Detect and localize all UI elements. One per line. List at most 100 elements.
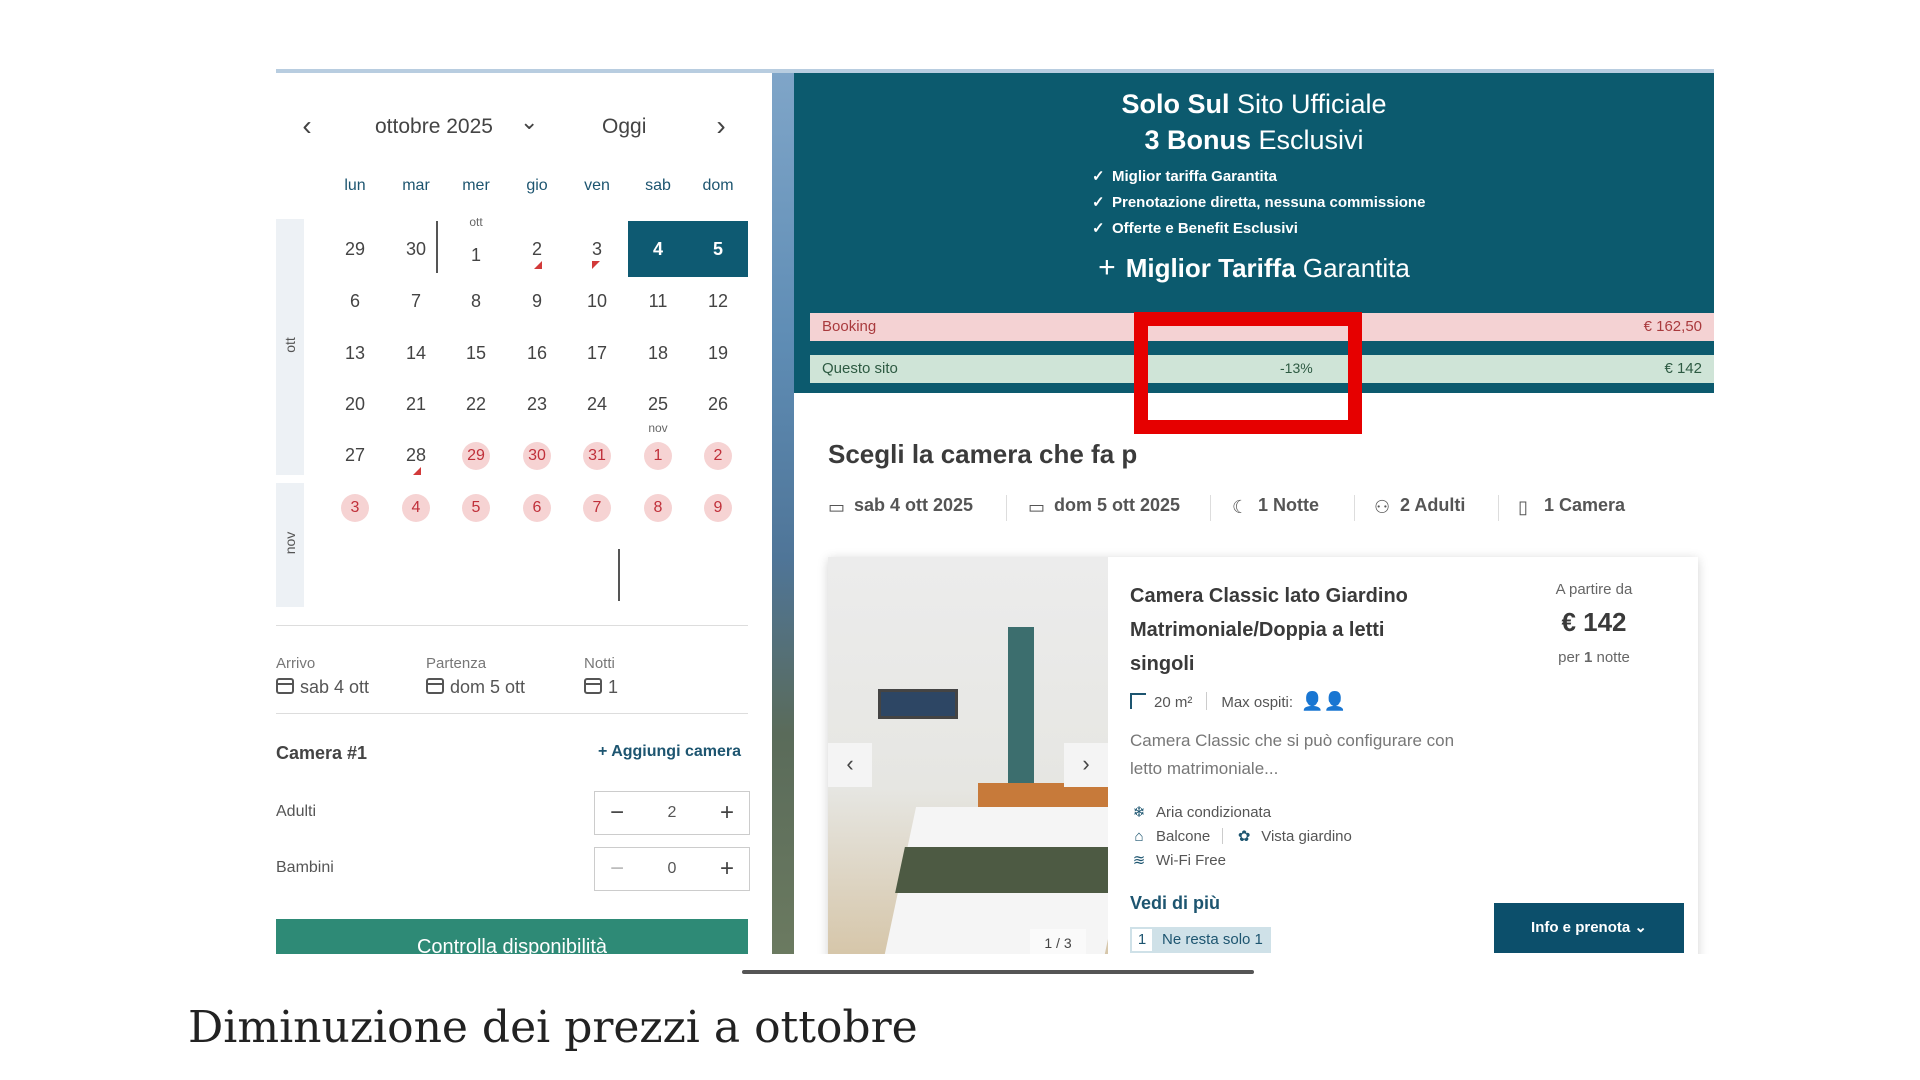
see-more-link[interactable]: Vedi di più bbox=[1130, 893, 1220, 914]
plus-icon[interactable]: + bbox=[705, 848, 749, 890]
calendar-day[interactable]: 4 bbox=[628, 221, 688, 277]
calendar-day[interactable]: 19 bbox=[688, 325, 748, 381]
calendar-day[interactable]: 29 bbox=[325, 221, 385, 277]
check-availability-button[interactable]: Controlla disponibilità bbox=[276, 919, 748, 954]
plus-icon[interactable]: + bbox=[705, 792, 749, 834]
nights-text: 1 Notte bbox=[1258, 495, 1320, 515]
book-label: Info e prenota bbox=[1531, 919, 1631, 936]
calendar-day[interactable]: 30 bbox=[507, 427, 567, 483]
calendar-day[interactable]: 8 bbox=[628, 479, 688, 535]
day-number: 25 bbox=[647, 394, 669, 414]
calendar-day[interactable]: 3 bbox=[325, 479, 385, 535]
day-number: 11 bbox=[648, 291, 668, 311]
calendar-day[interactable]: 26 bbox=[688, 376, 748, 432]
checkin-filter[interactable]: ▭ sab 4 ott 2025 bbox=[828, 495, 973, 517]
plus-icon: + bbox=[1098, 251, 1116, 284]
calendar-day[interactable]: 28 bbox=[386, 427, 446, 483]
nights-filter[interactable]: ☾ 1 Notte bbox=[1232, 495, 1320, 517]
calendar-day[interactable]: 17 bbox=[567, 325, 627, 381]
departure-value[interactable]: dom 5 ott bbox=[426, 677, 525, 698]
amenity-label: Wi-Fi Free bbox=[1156, 852, 1226, 869]
calendar-day[interactable]: 14 bbox=[386, 325, 446, 381]
per-prefix: per bbox=[1558, 649, 1580, 666]
room-meta: 20 m² Max ospiti: 👤👤 bbox=[1130, 691, 1346, 712]
day-number: 30 bbox=[523, 442, 551, 471]
calendar-day[interactable]: 5 bbox=[688, 221, 748, 277]
photo-next-chevron-right-icon[interactable]: › bbox=[1064, 743, 1108, 787]
availability-count: 1 bbox=[1130, 927, 1154, 953]
booking-price: € 162,50 bbox=[1643, 318, 1702, 335]
photo-prev-chevron-left-icon[interactable]: ‹ bbox=[828, 743, 872, 787]
calendar-day[interactable]: 6 bbox=[325, 273, 385, 329]
adults-filter[interactable]: ⚇ 2 Adulti bbox=[1374, 495, 1465, 517]
divider bbox=[276, 625, 748, 626]
calendar-day[interactable]: 23 bbox=[507, 376, 567, 432]
weekday-label: lun bbox=[344, 177, 366, 194]
calendar-day[interactable]: 9 bbox=[688, 479, 748, 535]
calendar-day[interactable]: 7 bbox=[386, 273, 446, 329]
minus-icon[interactable]: − bbox=[595, 792, 639, 834]
rooms-filter[interactable]: ▯ 1 Camera bbox=[1518, 495, 1625, 517]
calendar-day[interactable]: 15 bbox=[446, 325, 506, 381]
calendar-day[interactable]: 2 bbox=[507, 221, 567, 277]
calendar-day[interactable]: 1 nov bbox=[628, 421, 688, 483]
calendar-icon bbox=[426, 678, 444, 694]
calendar-day[interactable]: 12 bbox=[688, 273, 748, 329]
weekday-label: sab bbox=[645, 177, 671, 194]
today-button[interactable]: Oggi bbox=[602, 115, 646, 139]
calendar-day[interactable]: 4 bbox=[386, 479, 446, 535]
arrival-value[interactable]: sab 4 ott bbox=[276, 677, 369, 698]
calendar-day[interactable]: 7 bbox=[567, 479, 627, 535]
room-title[interactable]: Camera Classic lato Giardino Matrimonial… bbox=[1130, 579, 1450, 681]
calendar-icon bbox=[584, 678, 602, 694]
calendar-day[interactable]: 1 ott bbox=[446, 215, 506, 277]
calendar-day[interactable]: 20 bbox=[325, 376, 385, 432]
users-icon: ⚇ bbox=[1374, 497, 1391, 517]
calendar-day[interactable]: 13 bbox=[325, 325, 385, 381]
minus-icon[interactable]: − bbox=[595, 848, 639, 890]
banner-bold: 3 Bonus bbox=[1144, 125, 1251, 155]
check-icon: ✓ bbox=[1092, 194, 1105, 211]
banner-text: Esclusivi bbox=[1258, 125, 1364, 155]
prev-month-chevron-left-icon[interactable]: ‹ bbox=[294, 111, 320, 141]
check-icon: ✓ bbox=[1092, 168, 1105, 185]
amenity-row: ❄ Aria condizionata bbox=[1130, 803, 1271, 821]
info-book-button[interactable]: Info e prenota ⌄ bbox=[1494, 903, 1684, 953]
calendar-day[interactable]: 31 bbox=[567, 427, 627, 483]
door-icon: ▯ bbox=[1518, 497, 1528, 517]
calendar-day[interactable]: 10 bbox=[567, 273, 627, 329]
calendar-day[interactable]: 8 bbox=[446, 273, 506, 329]
amenity-row: ⌂ Balcone ✿ Vista giardino bbox=[1130, 827, 1352, 845]
room-photo[interactable]: ‹ › 1 / 3 bbox=[828, 557, 1108, 954]
calendar-day[interactable]: 27 bbox=[325, 427, 385, 483]
calendar-day[interactable]: 5 bbox=[446, 479, 506, 535]
separator bbox=[1498, 495, 1499, 521]
calendar-day[interactable]: 2 bbox=[688, 427, 748, 483]
room-description: Camera Classic che si può configurare co… bbox=[1130, 731, 1455, 778]
add-room-button[interactable]: + Aggiungi camera bbox=[598, 743, 741, 761]
amenity-label: Balcone bbox=[1156, 828, 1211, 845]
separator bbox=[1006, 495, 1007, 521]
calendar-day[interactable]: 9 bbox=[507, 273, 567, 329]
calendar-day[interactable]: 21 bbox=[386, 376, 446, 432]
calendar-day[interactable]: 29 bbox=[446, 427, 506, 483]
highlight-box bbox=[1134, 312, 1362, 434]
month-title[interactable]: ottobre 2025 bbox=[375, 115, 493, 139]
chevron-down-icon[interactable]: ⌄ bbox=[520, 109, 538, 135]
calendar-day[interactable]: 18 bbox=[628, 325, 688, 381]
checkout-filter[interactable]: ▭ dom 5 ott 2025 bbox=[1028, 495, 1180, 517]
calendar-day[interactable]: 3 bbox=[567, 221, 627, 277]
weekday-label: dom bbox=[702, 177, 734, 194]
calendar-day[interactable]: 6 bbox=[507, 479, 567, 535]
children-value: 0 bbox=[667, 860, 677, 877]
per-night: per 1 notte bbox=[1528, 649, 1660, 666]
calendar-day[interactable]: 16 bbox=[507, 325, 567, 381]
screenshot: ‹ ottobre 2025 ⌄ Oggi › lun mar mer gio … bbox=[276, 69, 1714, 954]
benefit-item: ✓ Miglior tariffa Garantita bbox=[1092, 167, 1277, 185]
calendar-day[interactable]: 22 bbox=[446, 376, 506, 432]
calendar-day[interactable]: 24 bbox=[567, 376, 627, 432]
calendar-day[interactable]: 11 bbox=[628, 273, 688, 329]
area-icon bbox=[1130, 693, 1146, 709]
adults-label: Adulti bbox=[276, 803, 317, 820]
next-month-chevron-right-icon[interactable]: › bbox=[708, 111, 734, 141]
